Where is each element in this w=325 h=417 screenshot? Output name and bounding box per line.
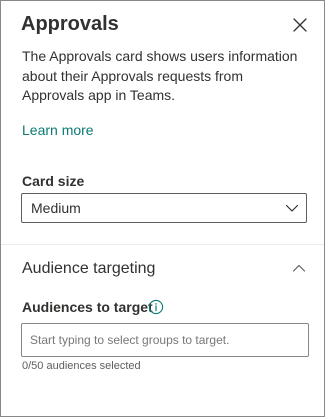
panel-title: Approvals bbox=[21, 13, 119, 35]
audience-targeting-section-header[interactable]: Audience targeting bbox=[1, 249, 324, 287]
audiences-selected-count: 0/50 audiences selected bbox=[22, 360, 141, 372]
approvals-settings-panel: Approvals The Approvals card shows users… bbox=[0, 0, 325, 417]
audiences-to-target-label: Audiences to target bbox=[22, 299, 153, 315]
close-icon bbox=[293, 18, 307, 32]
card-size-selected-value: Medium bbox=[31, 200, 81, 216]
info-icon[interactable] bbox=[148, 299, 164, 315]
card-description: The Approvals card shows users informati… bbox=[22, 48, 298, 103]
close-button[interactable] bbox=[289, 14, 311, 36]
chevron-down-icon bbox=[285, 204, 299, 212]
section-divider bbox=[1, 244, 324, 245]
audience-targeting-title: Audience targeting bbox=[22, 260, 156, 277]
card-size-dropdown[interactable]: Medium bbox=[21, 193, 307, 223]
audience-search-input[interactable] bbox=[21, 323, 309, 357]
chevron-up-icon bbox=[292, 264, 306, 272]
card-size-label: Card size bbox=[22, 173, 85, 189]
learn-more-link[interactable]: Learn more bbox=[22, 121, 94, 140]
